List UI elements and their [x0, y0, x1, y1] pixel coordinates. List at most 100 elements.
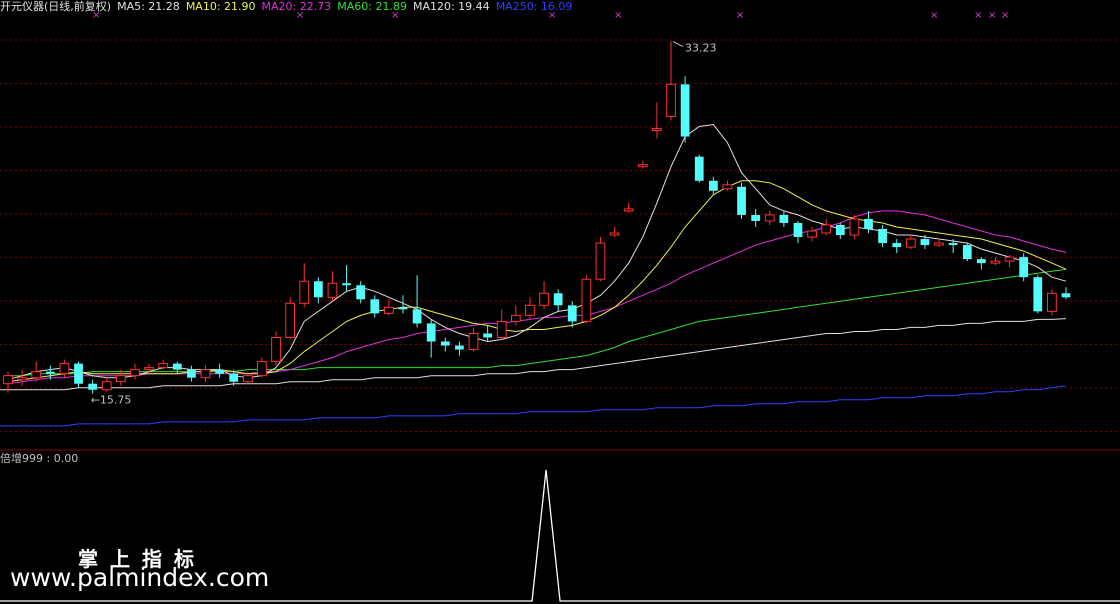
stock-chart: 33.23 ←15.75	[0, 39, 1120, 602]
candle-down	[948, 243, 958, 246]
candle-up	[242, 375, 253, 383]
marker-icon: ×	[614, 10, 623, 21]
candle-up	[468, 332, 479, 351]
candlesticks	[3, 41, 1071, 394]
candle-down	[229, 373, 239, 382]
candle-down	[835, 224, 845, 236]
candle-down	[455, 345, 464, 350]
candle-down	[694, 156, 704, 181]
candle-down	[172, 363, 182, 370]
candle-up	[285, 302, 296, 338]
candle-up	[384, 306, 394, 314]
candle-up	[3, 375, 13, 385]
candle-up	[722, 184, 733, 190]
candle-up	[31, 371, 42, 379]
candle-up	[764, 214, 775, 222]
candle-down	[313, 281, 323, 298]
candle-down	[88, 383, 98, 390]
candle-down	[751, 214, 761, 221]
candle-down	[793, 222, 803, 238]
candle-down	[708, 180, 718, 191]
marker-icon: ×	[391, 10, 400, 21]
legend-ma120: MA120: 19.44	[412, 0, 490, 13]
marker-icon: ×	[548, 10, 557, 21]
candle-up	[496, 320, 507, 338]
candle-up	[130, 369, 140, 377]
candle-up	[666, 83, 676, 117]
price-annotations: 33.23 ←15.75	[91, 41, 717, 407]
candle-up	[144, 367, 154, 371]
high-pointer	[672, 41, 684, 47]
candle-up	[539, 292, 549, 306]
candle-down	[412, 309, 422, 324]
marker-icon: ×	[930, 10, 939, 21]
candle-down	[962, 245, 972, 260]
ma-legend: 开元仪器(日线,前复权) MA5: 21.28 MA10: 21.90 MA20: 2…	[0, 0, 584, 14]
candle-down	[553, 293, 563, 306]
high-label: 33.23	[685, 42, 717, 55]
watermark-url: www.palmindex.com	[10, 563, 270, 592]
candle-up	[271, 336, 281, 363]
marker-icon: ×	[296, 10, 305, 21]
legend-ma10: MA10: 21.90	[185, 0, 256, 13]
candle-down	[737, 186, 746, 215]
marker-icon: ×	[736, 10, 745, 21]
candle-up	[200, 369, 211, 379]
candle-up	[807, 230, 817, 238]
candle-down	[1019, 257, 1029, 278]
marker-icon: ×	[1001, 10, 1010, 21]
legend-ma5: MA5: 21.28	[117, 0, 180, 13]
candle-down	[356, 285, 366, 300]
candle-down	[370, 299, 380, 314]
ma5-line	[7, 123, 1067, 381]
candle-down	[567, 305, 577, 322]
candle-up	[623, 208, 634, 212]
low-label: ←15.75	[91, 394, 132, 407]
candle-up	[59, 363, 70, 375]
candle-down	[398, 307, 408, 310]
ma20-line	[7, 210, 1067, 385]
marker-icon: ×	[92, 10, 101, 21]
sub-indicator-label: 倍增999 : 0.00	[0, 452, 79, 465]
candle-up	[821, 224, 832, 234]
candle-up	[101, 381, 112, 391]
candle-down	[680, 84, 690, 137]
candle-up	[581, 278, 592, 322]
candle-up	[934, 242, 944, 246]
ma250-line	[0, 385, 1067, 427]
ma10-line	[7, 180, 1067, 383]
price-grid	[0, 39, 1120, 432]
candle-up	[609, 232, 620, 236]
candle-down	[483, 333, 492, 338]
candle-down	[440, 341, 450, 346]
candle-up	[158, 363, 169, 369]
candle-up	[652, 128, 662, 132]
candle-up	[17, 377, 27, 381]
candle-down	[878, 228, 887, 244]
candle-up	[990, 260, 1001, 264]
candle-up	[849, 218, 860, 236]
candle-down	[864, 218, 873, 229]
candle-down	[187, 369, 196, 378]
moving-average-lines	[0, 123, 1067, 427]
candle-down	[1033, 277, 1043, 312]
candle-down	[426, 323, 436, 342]
candle-down	[74, 363, 83, 384]
candle-up	[637, 164, 648, 168]
candle-down	[1061, 293, 1071, 298]
candle-down	[779, 214, 789, 223]
candle-down	[215, 369, 224, 374]
candle-up	[115, 375, 126, 383]
candle-up	[327, 282, 338, 298]
candle-up	[905, 238, 916, 248]
candle-up	[257, 361, 267, 377]
candle-up	[299, 280, 310, 304]
candle-down	[976, 259, 986, 264]
candle-down	[920, 239, 930, 246]
candle-up	[1004, 256, 1015, 262]
candle-up	[510, 314, 521, 322]
candle-down	[342, 283, 351, 286]
candle-up	[1047, 292, 1057, 312]
candle-down	[892, 243, 902, 248]
candle-up	[595, 242, 606, 280]
